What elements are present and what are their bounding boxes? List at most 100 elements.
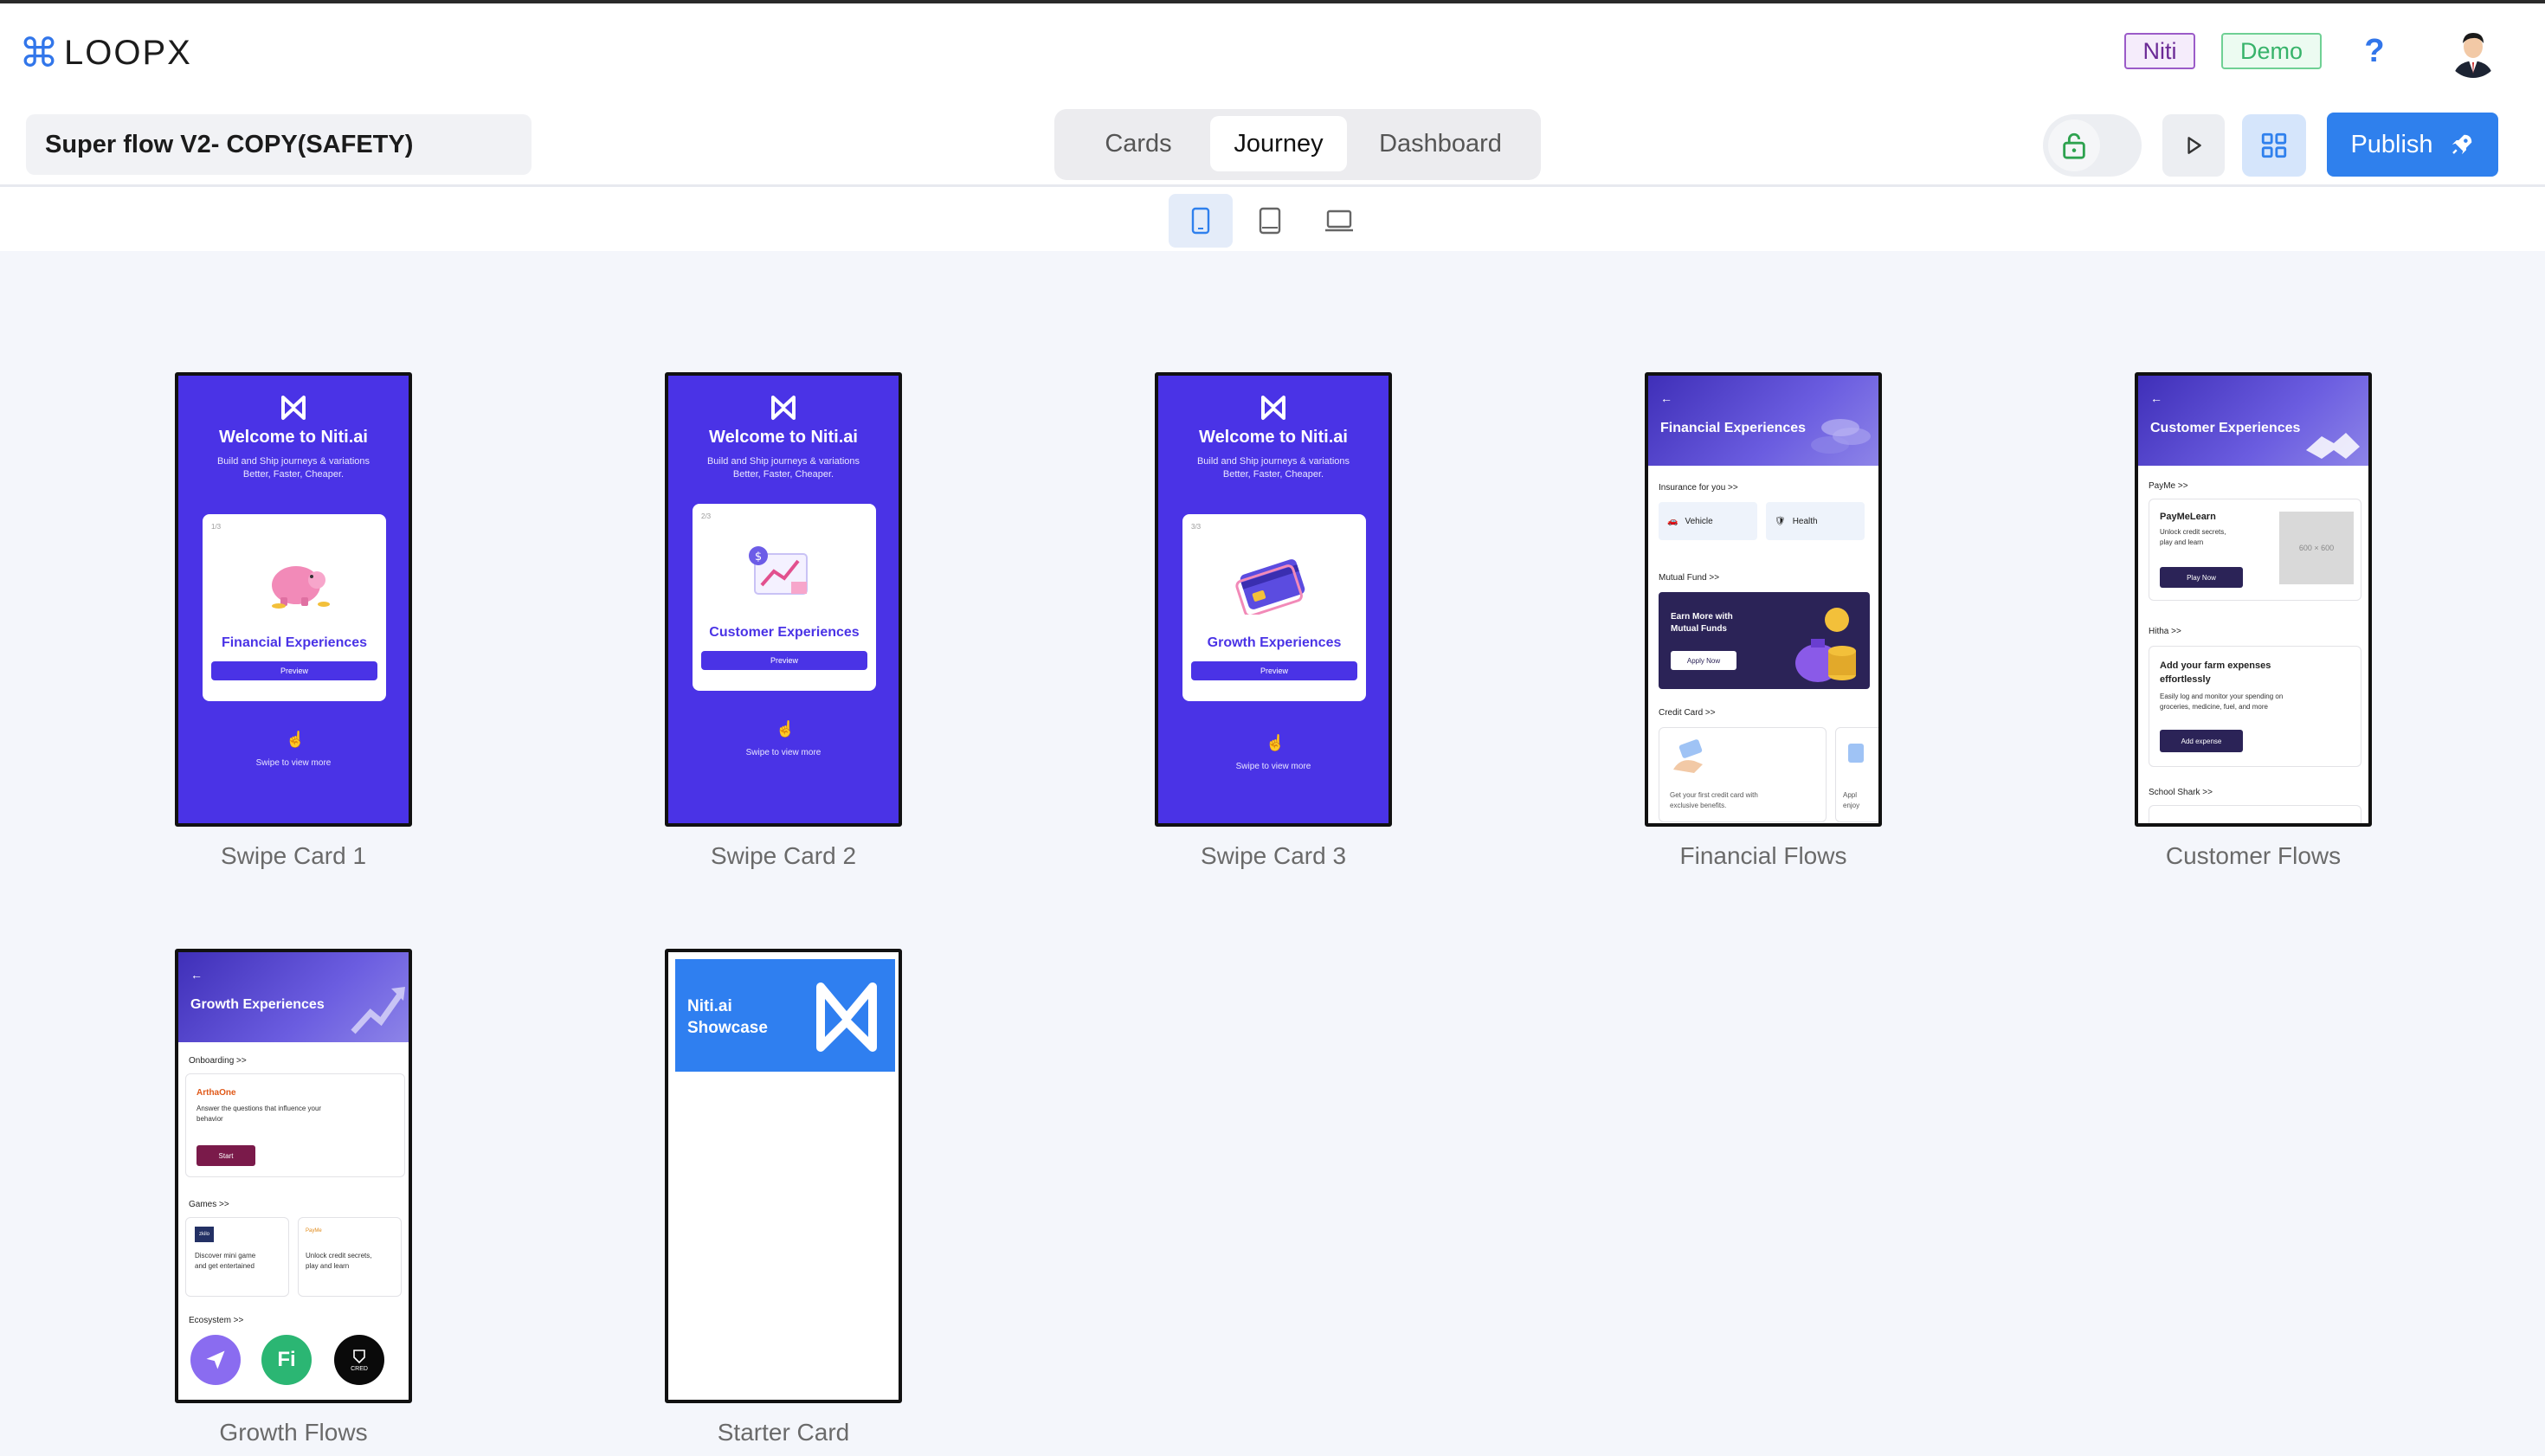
back-arrow-icon: ← xyxy=(1660,391,1672,405)
unlock-icon xyxy=(2048,119,2100,171)
swipe-card-3[interactable]: Welcome to Niti.ai Build and Ship journe… xyxy=(1155,372,1392,827)
add-expense-button[interactable]: Add expense xyxy=(2160,730,2243,752)
swipe-card-2[interactable]: Welcome to Niti.ai Build and Ship journe… xyxy=(665,372,902,827)
money-bag-icon xyxy=(1795,608,1856,682)
mobile-device-button[interactable] xyxy=(1169,194,1233,248)
school-shark-card[interactable] xyxy=(2149,805,2361,823)
game-text: Unlock credit secrets, play and learn xyxy=(306,1251,371,1272)
chart-board-icon: $ xyxy=(749,546,808,595)
arthaone-card[interactable]: ArthaOne Answer the questions that influ… xyxy=(185,1073,405,1177)
welcome-subtitle: Build and Ship journeys & variations Bett… xyxy=(1158,455,1388,481)
section-heading: Games >> xyxy=(189,1200,229,1209)
apply-now-button[interactable]: Apply Now xyxy=(1671,651,1736,670)
text-line2: behavior xyxy=(197,1115,223,1123)
experience-card: 2/3 $ Customer Experiences Preview xyxy=(693,504,876,691)
niti-badge[interactable]: Niti xyxy=(2124,33,2195,69)
credit-card-offer-peek[interactable]: Appl enjoy xyxy=(1835,727,1878,822)
help-icon[interactable]: ? xyxy=(2353,33,2396,73)
tile-label: Vehicle xyxy=(1685,516,1713,526)
project-name-field[interactable]: Super flow V2- COPY(SAFETY) xyxy=(26,114,532,175)
tablet-device-button[interactable] xyxy=(1238,194,1302,248)
welcome-sub-line2: Better, Faster, Cheaper. xyxy=(732,469,834,480)
card-thumb-icon xyxy=(1848,744,1864,763)
credit-card-offer[interactable]: Get your first credit card with exclusive… xyxy=(1659,727,1827,822)
welcome-title: Welcome to Niti.ai xyxy=(219,428,368,447)
title-line1: Add your farm expenses xyxy=(2160,660,2271,671)
swipe-card-1[interactable]: Welcome to Niti.ai Build and Ship journe… xyxy=(175,372,412,827)
swipe-hint: Swipe to view more xyxy=(1235,762,1311,771)
text-line2: play and learn xyxy=(2160,538,2204,546)
card-screen: Welcome to Niti.ai Build and Ship journe… xyxy=(1158,376,1388,823)
vehicle-tile[interactable]: 🚗 Vehicle xyxy=(1659,502,1757,540)
text-line1: Unlock credit secrets, xyxy=(2160,528,2226,536)
farm-title: Add your farm expenses effortlessly xyxy=(2160,659,2271,686)
piggy-bank-icon xyxy=(272,566,330,609)
lock-toggle[interactable] xyxy=(2043,114,2142,177)
start-button[interactable]: Start xyxy=(197,1145,255,1166)
app-logo[interactable]: ⌘ LOOPX xyxy=(19,31,192,74)
publish-button[interactable]: Publish xyxy=(2327,113,2498,177)
growth-flows-card[interactable]: ← Growth Experiences Onboarding >> Artha… xyxy=(175,949,412,1403)
welcome-subtitle: Build and Ship journeys & variations Bett… xyxy=(178,455,409,481)
financial-flows-card[interactable]: ← Financial Experiences Insurance for yo… xyxy=(1645,372,1882,827)
showcase-banner: Niti.ai Showcase xyxy=(675,959,895,1072)
text-line1: Answer the questions that influence your xyxy=(197,1105,322,1112)
card-screen: Welcome to Niti.ai Build and Ship journe… xyxy=(668,376,899,823)
grid-view-button[interactable] xyxy=(2242,114,2306,177)
avatar[interactable] xyxy=(2446,24,2500,78)
play-now-button[interactable]: Play Now xyxy=(2160,567,2243,588)
cred-app-icon[interactable]: CRED xyxy=(334,1335,384,1385)
paymelearn-card[interactable]: PayMeLearn Unlock credit secrets, play an… xyxy=(2149,499,2361,601)
game-card-1[interactable]: zkilo Discover mini game and get entertai… xyxy=(185,1217,289,1297)
tab-cards[interactable]: Cards xyxy=(1065,116,1212,171)
paymelearn-text: Unlock credit secrets, play and learn xyxy=(2160,527,2226,548)
tab-dashboard[interactable]: Dashboard xyxy=(1354,116,1527,171)
farm-expense-card[interactable]: Add your farm expenses effortlessly Easil… xyxy=(2149,646,2361,767)
flow-title: Growth Experiences xyxy=(190,997,325,1012)
card-title: Customer Experiences xyxy=(709,625,860,640)
text-line2: play and learn xyxy=(306,1262,350,1270)
health-tile[interactable]: 🛡 Health xyxy=(1766,502,1865,540)
flow-title: Financial Experiences xyxy=(1660,421,1807,435)
car-icon: 🚗 xyxy=(1667,516,1678,526)
cred-label: CRED xyxy=(351,1365,368,1372)
publish-label: Publish xyxy=(2350,130,2433,158)
tablet-icon xyxy=(1259,207,1281,235)
cred-shield-icon xyxy=(353,1349,365,1363)
handshake-icon xyxy=(2306,433,2360,459)
tab-journey[interactable]: Journey xyxy=(1210,116,1347,171)
card-index: 1/3 xyxy=(211,523,222,531)
niti-logo-icon xyxy=(771,396,796,420)
card-title: Growth Experiences xyxy=(1207,635,1342,650)
mutual-fund-banner[interactable]: Earn More with Mutual Funds Apply Now xyxy=(1659,592,1870,689)
showcase-line2: Showcase xyxy=(687,1019,768,1037)
section-heading: PayMe >> xyxy=(2149,481,2188,491)
tile-label: Health xyxy=(1792,516,1818,526)
fi-app-icon[interactable]: Fi xyxy=(261,1335,312,1385)
logo-text: LOOPX xyxy=(64,33,192,72)
game-card-2[interactable]: PayMe Unlock credit secrets, play and lea… xyxy=(298,1217,402,1297)
card-label: Starter Card xyxy=(717,1419,850,1446)
demo-badge[interactable]: Demo xyxy=(2221,33,2322,69)
svg-text:$: $ xyxy=(755,551,762,564)
arthaone-text: Answer the questions that influence your… xyxy=(197,1104,321,1124)
swipe-hand-icon: ☝ xyxy=(1266,734,1285,751)
swipe-hint: Swipe to view more xyxy=(255,758,332,768)
banner-text: Earn More with Mutual Funds xyxy=(1671,611,1733,635)
arthaone-logo: ArthaOne xyxy=(197,1088,236,1098)
play-button[interactable] xyxy=(2162,114,2225,177)
preview-button[interactable]: Preview xyxy=(701,651,867,670)
customer-flows-card[interactable]: ← Customer Experiences PayMe >> PayMeLea… xyxy=(2135,372,2372,827)
game-logo: PayMe xyxy=(306,1228,322,1234)
starter-card[interactable]: Niti.ai Showcase xyxy=(665,949,902,1403)
banner-line1: Earn More with xyxy=(1671,612,1733,622)
text-line2: groceries, medicine, fuel, and more xyxy=(2160,703,2268,711)
growth-arrow-icon xyxy=(351,987,405,1034)
preview-button[interactable]: Preview xyxy=(211,661,377,680)
preview-button[interactable]: Preview xyxy=(1191,661,1357,680)
ecosystem-app-1[interactable] xyxy=(190,1335,241,1385)
desktop-device-button[interactable] xyxy=(1307,194,1371,248)
farm-text: Easily log and monitor your spending on g… xyxy=(2160,692,2283,712)
offer-line1: Appl xyxy=(1843,791,1858,799)
swipe-hand-icon: ☝ xyxy=(776,720,796,738)
